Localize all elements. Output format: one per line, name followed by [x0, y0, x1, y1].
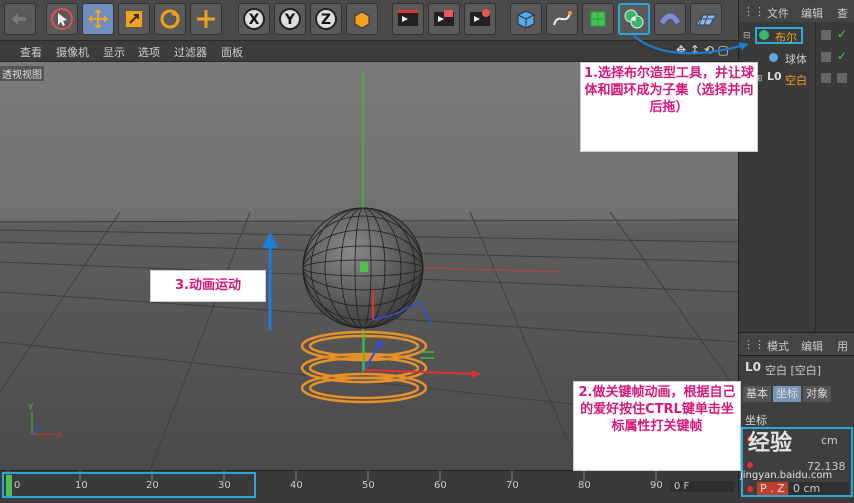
am-object-label: 空白 [空白]: [765, 364, 822, 377]
timeline-tick: 40: [290, 480, 303, 491]
sphere-object-icon: [769, 53, 778, 62]
null-object-icon: L0: [767, 70, 782, 83]
timeline-highlight: [2, 472, 256, 498]
timeline-tick: 60: [434, 480, 447, 491]
timeline-tick: 70: [506, 480, 519, 491]
object-manager-menubar: ⋮⋮ 文件 编辑 查: [739, 0, 854, 23]
cube-primitive-icon[interactable]: [510, 3, 542, 35]
am-tab-basic[interactable]: 基本: [743, 386, 771, 402]
null-object-icon: L0: [745, 360, 761, 374]
enabled-check-icon[interactable]: ✓: [837, 49, 847, 63]
object-axis-handle: [360, 262, 368, 272]
undo-icon[interactable]: [4, 3, 36, 35]
keyframe-dot-icon[interactable]: [747, 486, 753, 492]
annotation-step-1: 1.选择布尔造型工具，并让球体和圆环成为子集（选择并向后拖）: [580, 62, 758, 152]
om-menu-edit[interactable]: 编辑: [801, 5, 823, 21]
visibility-dots-icon[interactable]: [821, 30, 831, 40]
keyframe-dot-icon[interactable]: [747, 462, 753, 468]
am-tab-coord[interactable]: 坐标: [773, 386, 801, 402]
visibility-dots-icon[interactable]: [821, 52, 831, 62]
viewport-label: 透视视图: [0, 66, 44, 81]
coordinate-system-icon[interactable]: [346, 3, 378, 35]
timeline-tick: 50: [362, 480, 375, 491]
rotate-tool-icon[interactable]: [154, 3, 186, 35]
am-menu-mode[interactable]: 模式: [767, 338, 789, 354]
timeline-tick: 90: [650, 480, 663, 491]
axis-y-label: Y: [284, 12, 296, 28]
am-menu-edit[interactable]: 编辑: [801, 338, 823, 354]
attribute-manager-menubar: ⋮⋮ 模式 编辑 用: [739, 332, 854, 356]
tree-item-boolean[interactable]: 布尔: [775, 29, 797, 45]
enabled-check-icon[interactable]: ✓: [837, 27, 847, 41]
menu-options[interactable]: 选项: [138, 44, 160, 60]
om-grip-icon: ⋮⋮: [743, 5, 765, 18]
annotation-step-3: 3.动画运动: [150, 270, 266, 302]
select-tool-icon[interactable]: [46, 3, 78, 35]
menu-filter[interactable]: 过滤器: [174, 44, 207, 60]
watermark-logo: 经验: [748, 431, 793, 456]
coord-field-label: P . Z: [757, 482, 788, 495]
am-tab-object[interactable]: 对象: [803, 386, 831, 402]
scale-tool-icon[interactable]: [118, 3, 150, 35]
am-menu-user[interactable]: 用: [837, 338, 848, 354]
tree-item-sphere[interactable]: 球体: [785, 51, 807, 67]
y-axis-lock-icon[interactable]: Y: [274, 3, 306, 35]
svg-text:X: X: [56, 431, 62, 441]
tree-item-null[interactable]: 空白: [785, 72, 807, 88]
transform-tool-icon[interactable]: [190, 3, 222, 35]
visibility-dots-icon[interactable]: [821, 73, 831, 83]
menu-camera[interactable]: 摄像机: [56, 44, 89, 60]
z-axis-lock-icon[interactable]: Z: [310, 3, 342, 35]
render-settings-icon[interactable]: [464, 3, 496, 35]
svg-text:Y: Y: [27, 403, 34, 413]
spline-pen-icon[interactable]: [546, 3, 578, 35]
menu-view[interactable]: 查看: [20, 44, 42, 60]
render-picture-viewer-icon[interactable]: [428, 3, 460, 35]
render-dots-icon[interactable]: [837, 73, 847, 83]
coord-pz-input[interactable]: 0 cm: [789, 482, 849, 495]
annotation-step-2: 2.做关键帧动画，根据自己的爱好按住CTRL键单击坐标属性打关键帧: [573, 381, 741, 471]
coord-field-value[interactable]: cm: [821, 434, 838, 447]
menu-panel[interactable]: 面板: [221, 44, 243, 60]
watermark-url: jingyan.baidu.com: [740, 470, 833, 481]
am-grip-icon: ⋮⋮: [743, 338, 765, 351]
render-view-icon[interactable]: [392, 3, 424, 35]
om-menu-view[interactable]: 查: [837, 5, 848, 21]
current-frame-field[interactable]: 0 F: [670, 481, 734, 492]
menu-display[interactable]: 显示: [103, 44, 125, 60]
boolean-object-icon: [759, 30, 769, 40]
timeline-tick: 80: [578, 480, 591, 491]
om-menu-file[interactable]: 文件: [767, 5, 789, 21]
move-tool-icon[interactable]: [82, 3, 114, 35]
x-axis-lock-icon[interactable]: X: [238, 3, 270, 35]
axis-z-label: Z: [321, 12, 331, 28]
axis-x-label: X: [249, 12, 260, 28]
subdivision-surface-icon[interactable]: [582, 3, 614, 35]
